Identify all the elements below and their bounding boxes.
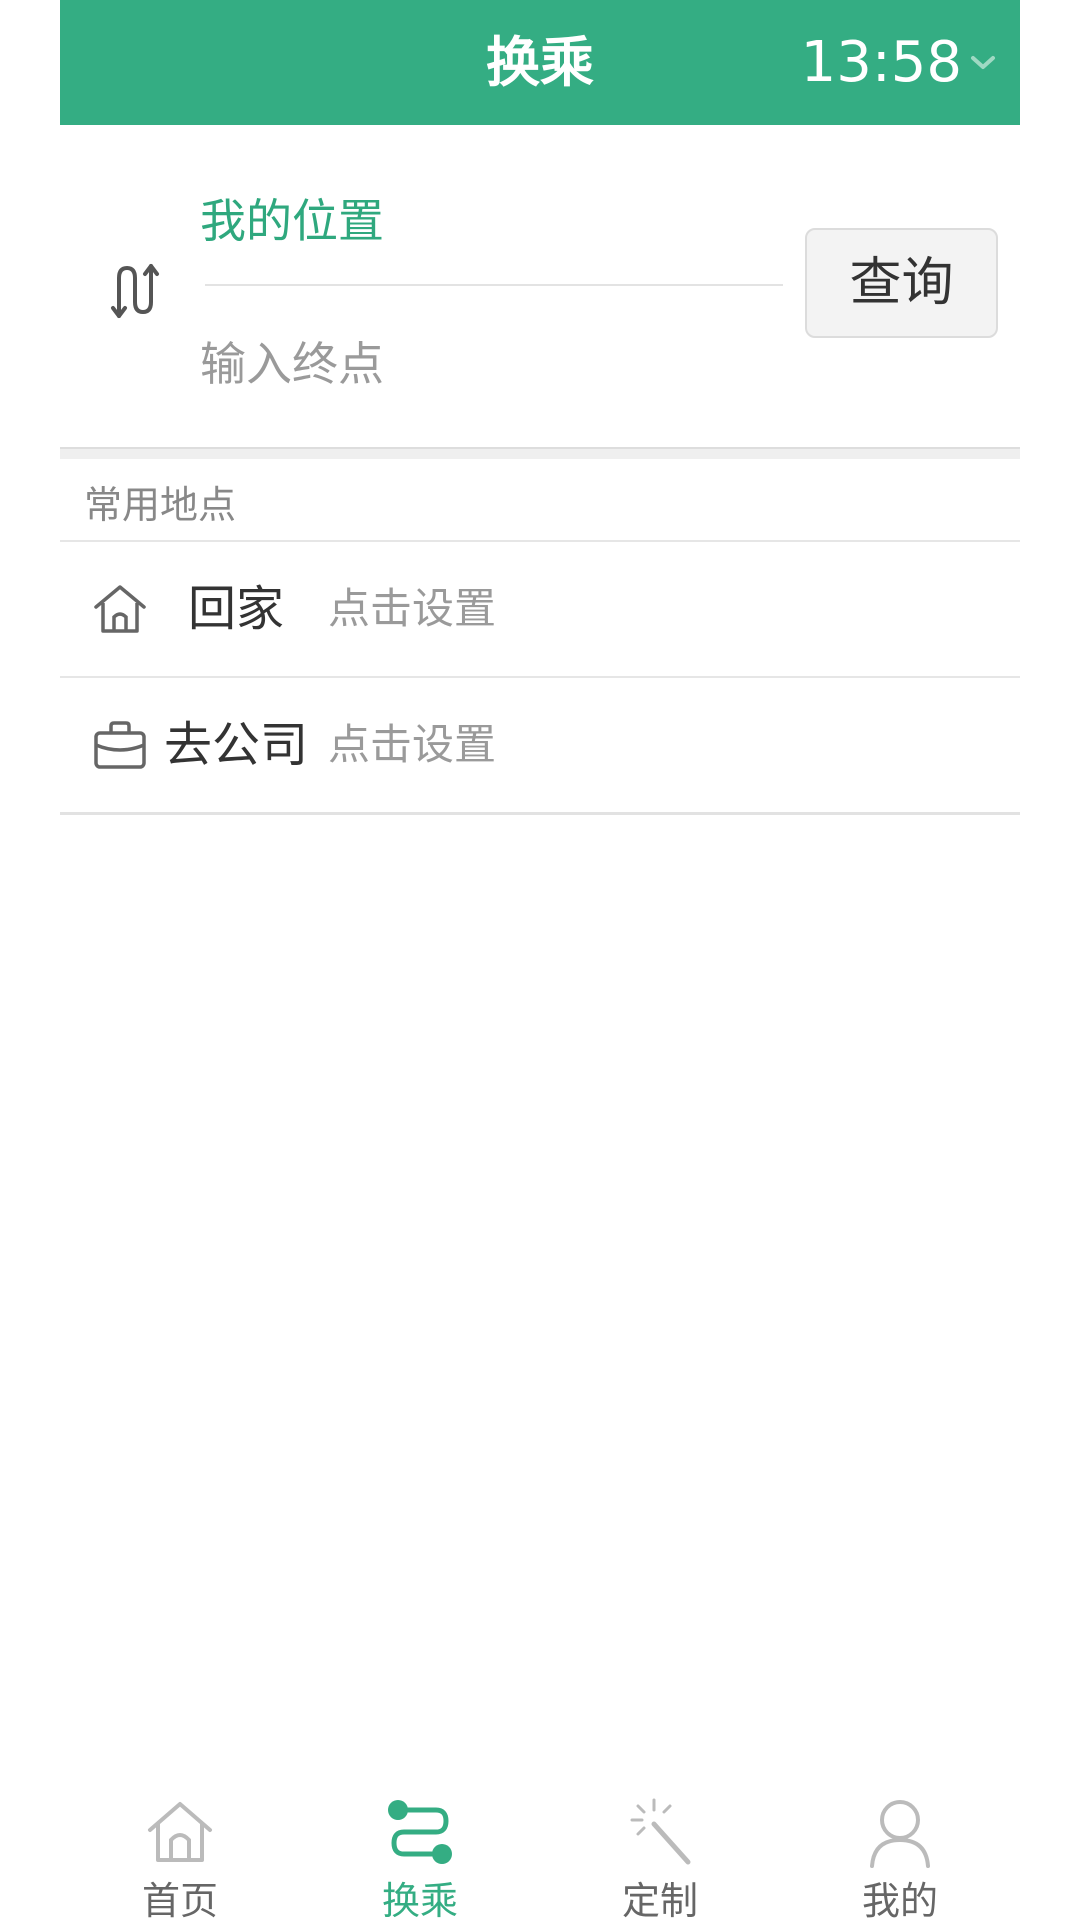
user-icon	[864, 1796, 936, 1868]
tab-custom[interactable]: 定制	[540, 1780, 780, 1920]
departure-time: 13:58	[800, 30, 962, 95]
app-frame: 换乘 13:58 我的位置 输入终点 查询 常用地点 回家 点击设置 去公司 点…	[60, 0, 1020, 1920]
header-bar: 换乘 13:58	[60, 0, 1020, 125]
bottom-tab-bar: 首页 换乘 定制 我的	[60, 1780, 1020, 1920]
home-icon	[92, 581, 148, 637]
favorite-home-name: 回家	[188, 581, 285, 637]
tab-transfer[interactable]: 换乘	[300, 1780, 540, 1920]
route-divider	[205, 284, 783, 286]
tab-mine[interactable]: 我的	[780, 1780, 1020, 1920]
magic-wand-icon	[624, 1796, 696, 1868]
tab-home-label: 首页	[141, 1879, 218, 1920]
time-selector[interactable]: 13:58	[801, 0, 998, 125]
tab-home[interactable]: 首页	[60, 1780, 300, 1920]
briefcase-icon	[92, 717, 148, 773]
favorite-home-row[interactable]: 回家 点击设置	[60, 542, 1020, 676]
chevron-down-icon	[968, 48, 998, 78]
tab-mine-label: 我的	[861, 1879, 938, 1920]
favorite-company-name: 去公司	[164, 717, 309, 773]
home-icon	[144, 1796, 216, 1868]
route-input-panel: 我的位置 输入终点 查询	[60, 125, 1020, 447]
tab-transfer-label: 换乘	[381, 1879, 458, 1920]
screen: 换乘 13:58 我的位置 输入终点 查询 常用地点 回家 点击设置 去公司 点…	[0, 0, 1080, 1920]
divider	[60, 812, 1020, 815]
query-button[interactable]: 查询	[805, 228, 998, 338]
section-divider	[60, 447, 1020, 459]
favorites-label: 常用地点	[84, 483, 237, 527]
favorite-home-hint: 点击设置	[328, 584, 497, 633]
tab-custom-label: 定制	[621, 1879, 698, 1920]
origin-field[interactable]: 我的位置	[200, 185, 384, 251]
favorite-company-row[interactable]: 去公司 点击设置	[60, 678, 1020, 812]
favorite-company-hint: 点击设置	[328, 720, 497, 769]
swap-icon[interactable]	[105, 260, 161, 320]
destination-field[interactable]: 输入终点	[200, 328, 384, 394]
transfer-route-icon	[384, 1796, 456, 1868]
